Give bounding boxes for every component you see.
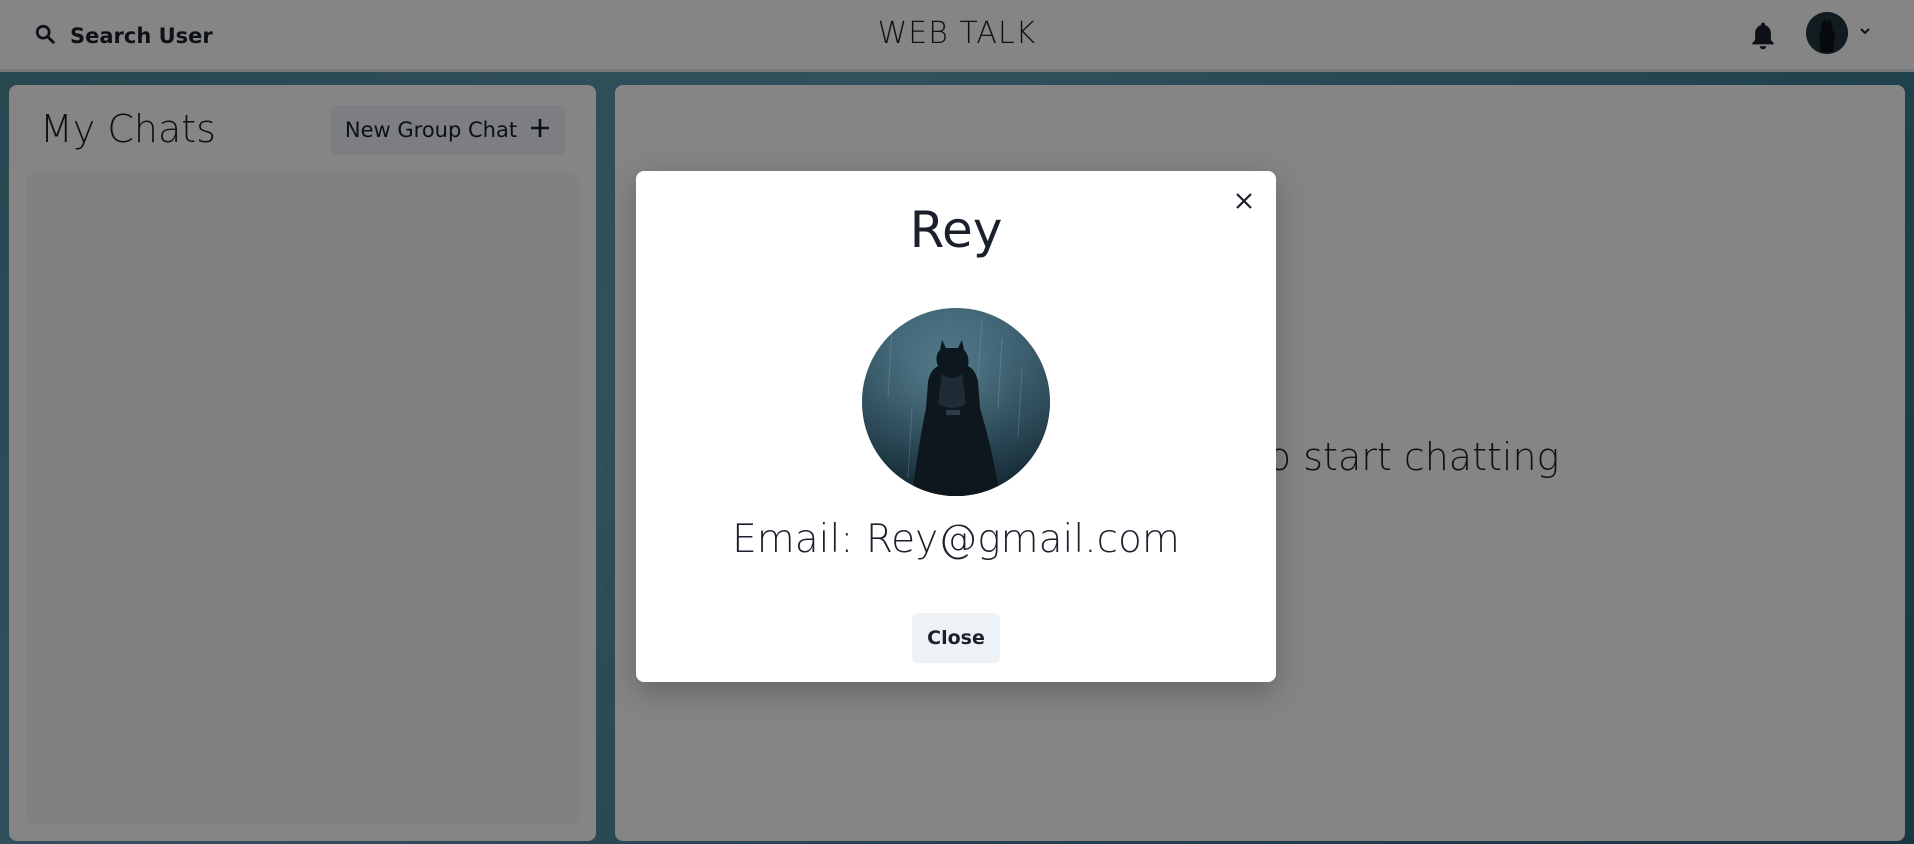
profile-name: Rey xyxy=(909,201,1003,259)
close-icon[interactable] xyxy=(1226,183,1262,219)
profile-avatar xyxy=(862,308,1050,496)
close-button[interactable]: Close xyxy=(912,613,1000,663)
profile-email: Email: Rey@gmail.com xyxy=(732,517,1180,562)
profile-modal: Rey Email: Rey@gmail.com Close xyxy=(636,171,1276,682)
